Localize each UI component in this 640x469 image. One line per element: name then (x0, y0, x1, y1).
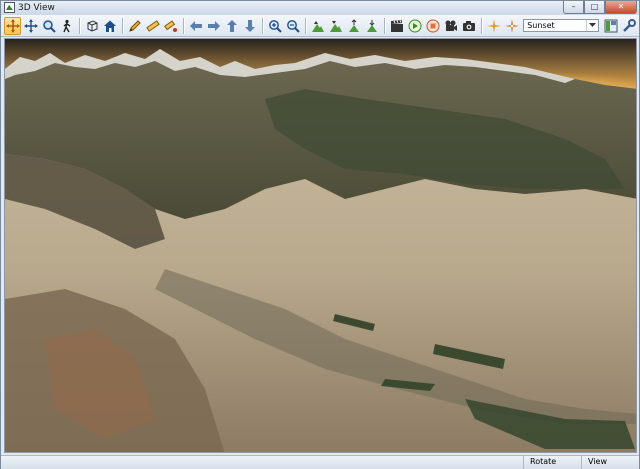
status-mode: Rotate (523, 456, 581, 469)
camera-video-icon[interactable] (442, 17, 459, 35)
sun-icon[interactable] (485, 17, 502, 35)
layers-icon[interactable] (603, 17, 620, 35)
home-icon[interactable] (101, 17, 118, 35)
cube-icon[interactable] (83, 17, 100, 35)
close-button[interactable]: ✕ (605, 1, 637, 14)
down-arrow-icon[interactable] (241, 17, 258, 35)
toolbar-separator (122, 17, 124, 34)
terrain-up-icon[interactable] (309, 17, 326, 35)
toolbar-separator (481, 17, 483, 34)
toolbar-separator (305, 17, 307, 34)
app-globe-icon (4, 2, 15, 13)
maximize-button[interactable]: □ (584, 1, 605, 14)
zoom-out-icon[interactable] (284, 17, 301, 35)
forward-arrow-icon[interactable] (205, 17, 222, 35)
status-message (1, 456, 523, 469)
zoom-in-icon[interactable] (266, 17, 283, 35)
measure-point-icon[interactable] (162, 17, 179, 35)
terrain-lower-icon[interactable] (363, 17, 380, 35)
minimize-button[interactable]: – (563, 1, 584, 14)
toolbar-separator (183, 17, 185, 34)
toolbar-separator (262, 17, 264, 34)
up-arrow-icon[interactable] (223, 17, 240, 35)
toolbar-separator (79, 17, 81, 34)
toolbar: Sunset (1, 15, 639, 37)
title-bar: 3D View – □ ✕ (1, 1, 639, 15)
status-bar: Rotate View (1, 455, 639, 469)
3d-terrain-viewport[interactable] (4, 38, 637, 453)
pan-active-icon[interactable] (4, 16, 22, 35)
maximize-icon: □ (590, 2, 599, 11)
zoom-icon[interactable] (40, 17, 57, 35)
settings-wrench-icon[interactable] (621, 17, 638, 35)
minimize-icon: – (571, 2, 576, 11)
pencil-icon[interactable] (126, 17, 143, 35)
toolbar-separator (384, 17, 386, 34)
terrain-raise-icon[interactable] (345, 17, 362, 35)
terrain-scene[interactable] (5, 39, 637, 453)
chevron-down-icon[interactable] (585, 20, 598, 31)
move-cross-icon[interactable] (22, 17, 39, 35)
close-icon: ✕ (617, 2, 625, 11)
stop-icon[interactable] (424, 17, 441, 35)
play-icon[interactable] (406, 17, 423, 35)
measure-icon[interactable] (144, 17, 161, 35)
window-title: 3D View (18, 3, 55, 13)
back-arrow-icon[interactable] (187, 17, 204, 35)
photo-camera-icon[interactable] (460, 17, 477, 35)
status-view: View (581, 456, 639, 469)
scene-preset-select[interactable]: Sunset (523, 19, 599, 32)
clapboard-icon[interactable] (388, 17, 405, 35)
walk-icon[interactable] (58, 17, 75, 35)
3d-view-window: 3D View – □ ✕ Sunset Rotate View (0, 0, 640, 469)
terrain-down-icon[interactable] (327, 17, 344, 35)
compass-icon[interactable] (503, 17, 520, 35)
scene-preset-value: Sunset (527, 21, 555, 30)
